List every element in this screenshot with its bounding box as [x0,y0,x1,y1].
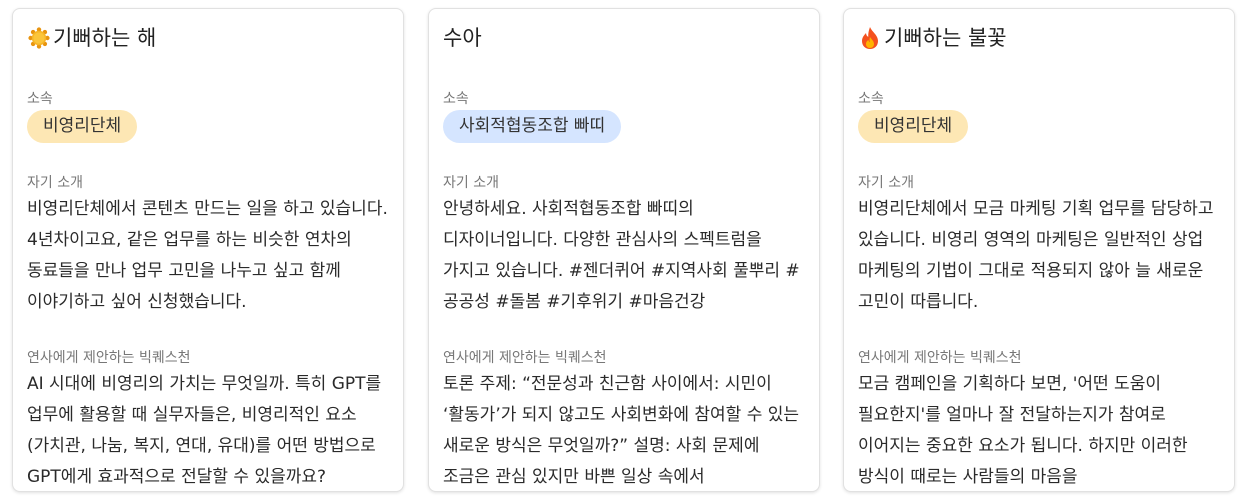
big-question-label: 연사에게 제안하는 빅퀘스천 [858,350,1022,366]
fire-icon [858,26,882,50]
intro-label: 자기 소개 [443,175,499,191]
intro-text: 안녕하세요. 사회적협동조합 빠띠의 디자이너입니다. 다양한 관심사의 스펙트… [443,199,800,312]
intro-label: 자기 소개 [27,175,83,191]
affiliation-badge: 비영리단체 [27,110,138,143]
profile-card[interactable]: 기뻐하는 해 소속 비영리단체 자기 소개 비영리단체에서 콘텐츠 만드는 일을… [12,8,404,492]
intro-text: 비영리단체에서 모금 마케팅 기획 업무를 담당하고 있습니다. 비영리 영역의… [858,199,1214,312]
big-question-label: 연사에게 제안하는 빅퀘스천 [27,350,191,366]
affiliation-badge: 비영리단체 [858,110,969,143]
big-question-text: 토론 주제: “전문성과 친근함 사이에서: 시민이 ‘활동가’가 되지 않고도… [443,374,800,487]
profile-name-row: 기뻐하는 해 [27,26,389,50]
affiliation-badge: 사회적협동조합 빠띠 [443,110,622,143]
affiliation-label: 소속 [858,91,884,107]
profile-name-row: 수아 [443,26,805,50]
sun-icon [27,26,51,50]
profile-name-row: 기뻐하는 불꽃 [858,26,1220,50]
affiliation-label: 소속 [27,91,53,107]
profile-name: 기뻐하는 해 [53,26,157,50]
big-question-label: 연사에게 제안하는 빅퀘스천 [443,350,607,366]
profile-card[interactable]: 기뻐하는 불꽃 소속 비영리단체 자기 소개 비영리단체에서 모금 마케팅 기획… [843,8,1235,492]
profile-card-list: 기뻐하는 해 소속 비영리단체 자기 소개 비영리단체에서 콘텐츠 만드는 일을… [0,0,1242,501]
profile-name: 수아 [443,26,482,50]
profile-name: 기뻐하는 불꽃 [884,26,1007,50]
big-question-text: 모금 캠페인을 기획하다 보면, '어떤 도움이 필요한지'를 얼마나 잘 전달… [858,374,1188,487]
affiliation-label: 소속 [443,91,469,107]
intro-label: 자기 소개 [858,175,914,191]
big-question-text: AI 시대에 비영리의 가치는 무엇일까. 특히 GPT를 업무에 활용할 때 … [27,374,382,487]
profile-card[interactable]: 수아 소속 사회적협동조합 빠띠 자기 소개 안녕하세요. 사회적협동조합 빠띠… [428,8,820,492]
intro-text: 비영리단체에서 콘텐츠 만드는 일을 하고 있습니다. 4년차이고요, 같은 업… [27,199,388,312]
